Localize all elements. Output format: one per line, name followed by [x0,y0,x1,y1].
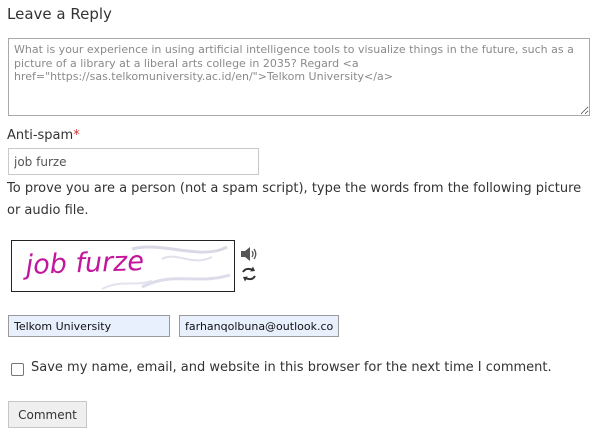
reply-title: Leave a Reply [7,5,112,23]
anti-spam-input[interactable] [8,148,259,175]
required-asterisk: * [73,128,80,143]
email-field[interactable] [179,315,339,337]
anti-spam-label: Anti-spam* [7,128,80,143]
speaker-icon[interactable] [240,245,258,263]
captcha-text: job furze [21,246,144,281]
captcha-image: job furze [11,240,235,292]
save-info-label: Save my name, email, and website in this… [31,360,552,375]
anti-spam-label-text: Anti-spam [7,128,74,143]
save-info-checkbox[interactable] [11,363,24,376]
refresh-icon[interactable] [240,265,258,283]
name-field[interactable] [8,315,170,337]
comment-textarea[interactable] [8,38,590,116]
comment-submit-button[interactable]: Comment [8,401,87,428]
anti-spam-instructions: To prove you are a person (not a spam sc… [7,181,582,218]
